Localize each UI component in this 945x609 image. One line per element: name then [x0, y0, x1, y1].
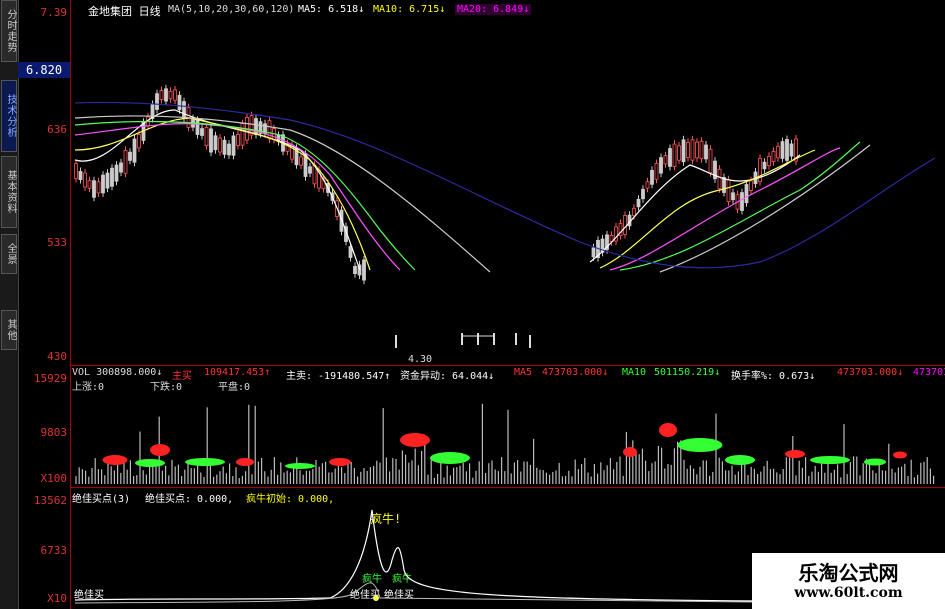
candle-body: [641, 188, 645, 200]
candle-body: [128, 151, 132, 161]
candle-body: [740, 192, 744, 211]
candle-body: [744, 184, 749, 204]
money-flow-out: [285, 463, 315, 469]
money-flow-in: [329, 458, 351, 466]
candle-body: [132, 138, 137, 163]
candle-body: [785, 139, 789, 161]
candle-body: [645, 181, 650, 189]
candle-body: [762, 161, 767, 170]
candle-body: [110, 167, 114, 187]
candle-body: [672, 143, 677, 167]
candle-body: [663, 155, 668, 165]
candle-body: [267, 120, 272, 140]
money-flow-in: [785, 450, 805, 458]
candle-body: [218, 137, 222, 153]
candle-body: [114, 164, 119, 182]
candle-body: [101, 174, 105, 194]
candle-body: [731, 192, 735, 201]
money-flow-out: [185, 458, 225, 466]
candle-body: [227, 143, 231, 156]
candle-body: [632, 207, 636, 217]
money-flow-in: [150, 444, 170, 456]
chart-window[interactable]: 分时走势 技术分析 基本资料 全景 其他 7.39 636 533 430 6.…: [0, 0, 945, 609]
candle-body: [195, 120, 200, 135]
money-flow-out: [135, 459, 165, 467]
money-flow-out: [810, 456, 850, 464]
candle-body: [168, 90, 173, 100]
watermark-logo: 乐淘公式网 www.60lt.com: [752, 553, 945, 609]
candle-body: [353, 265, 357, 274]
candle-body: [695, 141, 699, 159]
candle-body: [717, 168, 722, 190]
candle-body: [74, 163, 78, 179]
candle-body: [726, 179, 731, 202]
candle-body: [240, 123, 245, 146]
candle-body: [771, 150, 776, 162]
candle-body: [699, 140, 704, 160]
candle-body: [83, 172, 87, 188]
candle-body: [105, 172, 110, 189]
money-flow-in: [236, 458, 254, 466]
money-flow-in: [400, 433, 430, 447]
candle-body: [177, 94, 182, 111]
candle-body: [123, 149, 128, 174]
candle-body: [686, 142, 690, 158]
candle-body: [92, 180, 96, 198]
money-flow-out: [677, 438, 723, 452]
candle-body: [200, 128, 204, 136]
candle-body: [722, 177, 726, 193]
candle-body: [749, 180, 753, 191]
candle-body: [708, 148, 713, 174]
candle-body: [659, 157, 663, 174]
candle-body: [681, 139, 686, 163]
candle-body: [308, 166, 312, 174]
candle-body: [209, 128, 213, 153]
candle-body: [96, 181, 101, 194]
candle-body: [236, 134, 240, 146]
money-flow-in: [893, 451, 907, 459]
candle-body: [155, 93, 159, 110]
candle-body: [137, 133, 141, 149]
candle-body: [164, 88, 168, 102]
candle-body: [182, 101, 186, 119]
ma120-line: [74, 101, 936, 269]
money-flow-in: [102, 455, 128, 465]
candle-body: [767, 155, 771, 167]
candle-body: [362, 259, 366, 281]
watermark-title: 乐淘公式网: [798, 561, 899, 585]
chart-canvas[interactable]: [0, 0, 945, 609]
candle-body: [204, 127, 209, 147]
candle-body: [213, 135, 218, 151]
money-flow-out: [725, 455, 755, 465]
candle-body: [173, 89, 177, 101]
money-flow-in: [623, 447, 637, 457]
money-flow-in: [659, 423, 677, 437]
candle-body: [654, 163, 659, 180]
ma20-line: [74, 123, 841, 271]
money-flow-out: [864, 458, 886, 466]
ma10-line: [74, 117, 816, 271]
candle-body: [78, 171, 83, 181]
candle-body: [690, 139, 695, 161]
ma5-line: [74, 109, 801, 271]
candle-body: [677, 145, 681, 161]
candle-body: [780, 141, 785, 159]
candle-body: [87, 180, 92, 189]
candle-body: [591, 247, 596, 258]
candle-body: [623, 215, 627, 235]
candle-body: [119, 162, 123, 173]
money-flow-out: [430, 452, 470, 464]
candle-body: [636, 198, 641, 208]
candle-body: [299, 156, 303, 166]
candle-body: [231, 135, 236, 156]
buy-signal-dot: [373, 595, 379, 601]
candle-body: [776, 145, 780, 159]
candle-body: [704, 144, 708, 160]
candle-body: [789, 143, 794, 157]
candle-body: [668, 148, 672, 167]
candle-body: [159, 90, 164, 100]
candle-body: [222, 139, 227, 155]
watermark-url: www.60lt.com: [794, 585, 903, 601]
candle-body: [650, 169, 654, 185]
